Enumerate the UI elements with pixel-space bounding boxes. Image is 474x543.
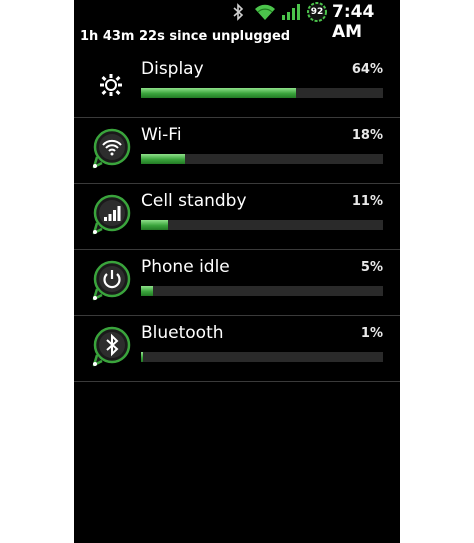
- usage-bar-fill: [141, 88, 296, 98]
- usage-bar-fill: [141, 220, 168, 230]
- usage-item-name: Phone idle: [141, 257, 230, 277]
- usage-item-percent: 1%: [360, 326, 383, 341]
- usage-item-cell-standby[interactable]: Cell standby 11%: [74, 184, 400, 250]
- usage-item-bluetooth[interactable]: Bluetooth 1%: [74, 316, 400, 382]
- usage-bar: [141, 154, 383, 164]
- phone-screen: 92 7:44 AM 1h 43m 22s since unplugged Di…: [74, 0, 400, 543]
- usage-bar-fill: [141, 352, 144, 362]
- usage-item-percent: 64%: [351, 62, 383, 77]
- signal-icon: [282, 4, 300, 20]
- status-bar: 92 7:44 AM: [74, 0, 400, 42]
- bluetooth-icon: [233, 3, 244, 21]
- usage-bar: [141, 88, 383, 98]
- usage-item-name: Bluetooth: [141, 323, 224, 343]
- brightness-icon: [88, 60, 134, 106]
- usage-bar: [141, 286, 383, 296]
- usage-bar: [141, 220, 383, 230]
- usage-bar-fill: [141, 286, 154, 296]
- usage-item-wifi[interactable]: Wi-Fi 18%: [74, 118, 400, 184]
- clock: 7:44 AM: [332, 2, 375, 42]
- battery-icon: 92: [306, 2, 328, 22]
- bluetooth-icon: [88, 324, 134, 370]
- usage-item-name: Cell standby: [141, 191, 247, 211]
- usage-item-percent: 11%: [351, 194, 383, 209]
- signal-icon: [88, 192, 134, 238]
- usage-item-display[interactable]: Display 64%: [74, 52, 400, 118]
- wifi-icon: [88, 126, 134, 172]
- usage-item-name: Wi-Fi: [141, 125, 182, 145]
- usage-bar: [141, 352, 383, 362]
- usage-item-name: Display: [141, 59, 204, 79]
- usage-bar-fill: [141, 154, 185, 164]
- usage-item-percent: 18%: [351, 128, 383, 143]
- unplugged-duration: 1h 43m 22s since unplugged: [80, 29, 291, 44]
- power-icon: [88, 258, 134, 304]
- battery-level: 92: [310, 7, 324, 17]
- usage-item-percent: 5%: [360, 260, 383, 275]
- usage-item-phone-idle[interactable]: Phone idle 5%: [74, 250, 400, 316]
- wifi-icon: [255, 4, 275, 20]
